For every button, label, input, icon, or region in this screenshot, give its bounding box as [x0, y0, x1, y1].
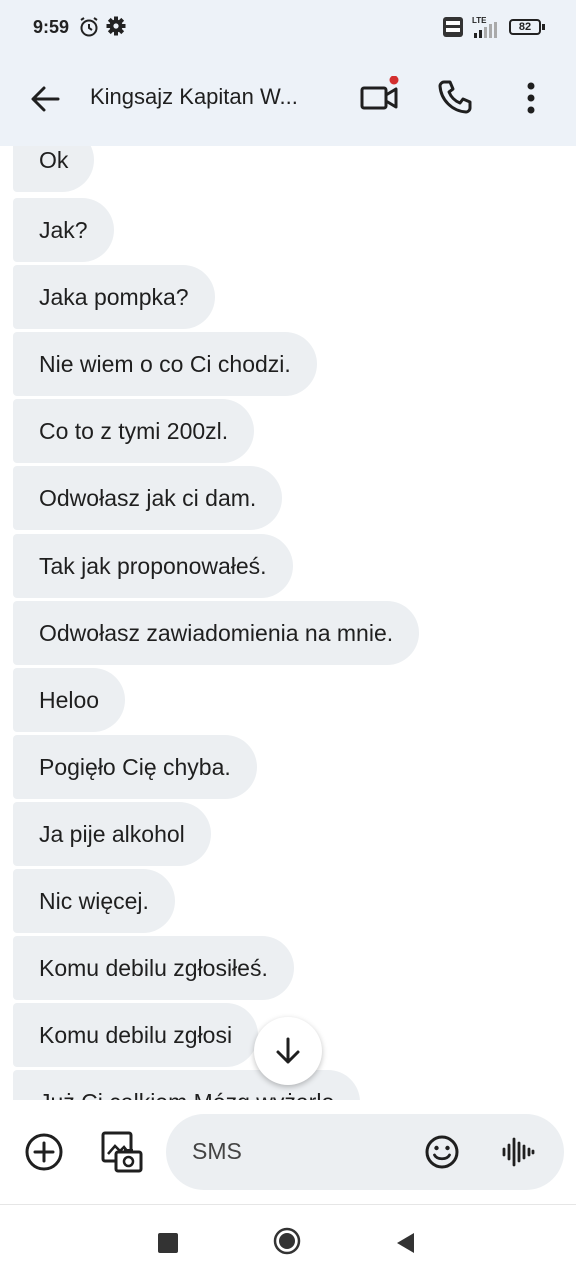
- arrow-down-icon: [276, 1037, 300, 1064]
- message-bubble[interactable]: Ja pije alkohol: [13, 802, 211, 866]
- battery-level: 82: [518, 21, 532, 33]
- status-time: 9:59: [33, 17, 70, 37]
- scroll-to-bottom-button[interactable]: [254, 1017, 322, 1085]
- more-vert-icon[interactable]: [519, 80, 543, 116]
- video-call-icon[interactable]: [358, 76, 400, 118]
- message-bubble[interactable]: Heloo: [13, 668, 126, 732]
- message-bubble[interactable]: Nie wiem o co Ci chodzi.: [13, 332, 317, 396]
- system-nav-bar: [0, 1204, 576, 1281]
- message-bubble[interactable]: Jak?: [13, 198, 114, 262]
- signal-icon: [474, 22, 497, 38]
- battery-tip: [542, 24, 545, 30]
- back-triangle-icon[interactable]: [394, 1231, 416, 1255]
- back-arrow-icon[interactable]: [28, 82, 62, 116]
- gallery-icon[interactable]: [100, 1130, 144, 1174]
- volte-icon: [443, 17, 463, 37]
- gear-icon: [106, 16, 126, 36]
- message-bubble[interactable]: Ok: [13, 146, 95, 192]
- message-bubble[interactable]: Komu debilu zgłosiłeś.: [13, 936, 294, 1000]
- composer-bar: SMS: [0, 1100, 576, 1204]
- message-bubble[interactable]: Co to z tymi 200zl.: [13, 399, 255, 463]
- voice-wave-icon[interactable]: [500, 1134, 536, 1170]
- add-circle-icon[interactable]: [24, 1132, 64, 1172]
- message-bubble[interactable]: Jaka pompka?: [13, 265, 215, 329]
- message-bubble[interactable]: Pogięło Cię chyba.: [13, 735, 257, 799]
- notification-dot: [389, 76, 399, 85]
- phone-icon[interactable]: [436, 78, 474, 116]
- home-circle-icon[interactable]: [273, 1227, 301, 1255]
- message-list[interactable]: Ok Jak? Jaka pompka? Nie wiem o co Ci ch…: [0, 146, 576, 1100]
- battery-icon: 82: [509, 19, 541, 35]
- conversation-title[interactable]: Kingsajz Kapitan W...: [90, 84, 298, 110]
- emoji-icon[interactable]: [424, 1134, 460, 1170]
- message-input-placeholder: SMS: [192, 1138, 242, 1164]
- alarm-icon: [80, 17, 98, 37]
- conversation-header: Kingsajz Kapitan W...: [0, 56, 576, 146]
- message-input[interactable]: SMS: [166, 1114, 564, 1190]
- message-bubble[interactable]: Tak jak proponowałeś.: [13, 534, 293, 598]
- message-bubble[interactable]: Odwołasz zawiadomienia na mnie.: [13, 601, 420, 665]
- recents-square-icon[interactable]: [158, 1233, 178, 1253]
- message-bubble[interactable]: Odwołasz jak ci dam.: [13, 466, 283, 530]
- status-bar: 9:59 LTE 82: [0, 0, 576, 56]
- message-bubble[interactable]: Nic więcej.: [13, 869, 175, 933]
- message-bubble[interactable]: Komu debilu zgłosi: [13, 1003, 259, 1067]
